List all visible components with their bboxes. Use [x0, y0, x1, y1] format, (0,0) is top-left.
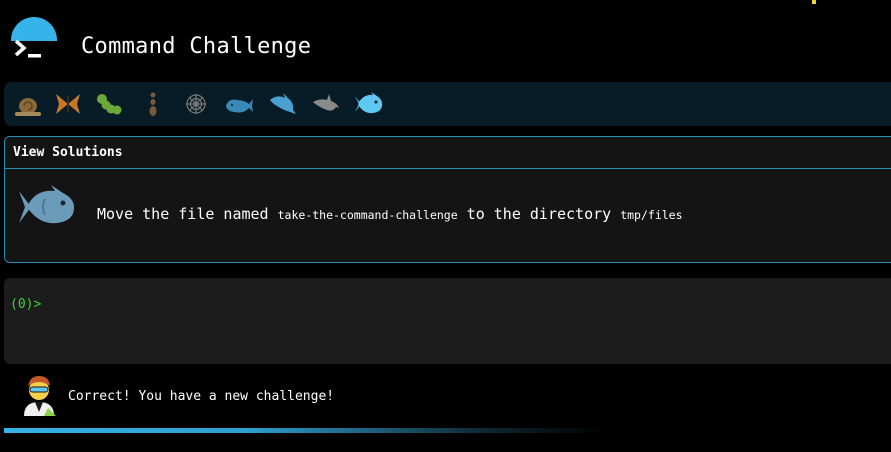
- spiderweb-icon: [186, 94, 206, 114]
- caterpillar-icon: [97, 94, 122, 115]
- level-snail[interactable]: [12, 88, 44, 120]
- level-fish[interactable]: [352, 88, 384, 120]
- header: Command Challenge: [0, 30, 891, 66]
- level-spiderweb[interactable]: [180, 88, 212, 120]
- terminal-icon: [14, 39, 41, 58]
- level-dolphin-grey[interactable]: [310, 88, 342, 120]
- challenge-directory: tmp/files: [620, 208, 683, 222]
- terminal-input[interactable]: (0)>: [4, 278, 891, 364]
- message-text: Correct! You have a new challenge!: [68, 389, 335, 404]
- dolphin-grey-icon: [313, 94, 339, 111]
- challenge-card: View Solutions Move the file named take-…: [4, 136, 891, 263]
- level-caterpillar[interactable]: [94, 88, 126, 120]
- challenge-middle: to the directory: [466, 205, 612, 223]
- ant-icon: [149, 92, 157, 116]
- challenge-prefix: Move the file named: [97, 205, 269, 223]
- butterfly-icon: [56, 94, 80, 114]
- fish-icon: [355, 92, 383, 114]
- dolphin-icon: [270, 93, 296, 114]
- whale-icon: [226, 99, 253, 113]
- challenge-filename: take-the-command-challenge: [277, 208, 458, 222]
- challenge-description: Move the file named take-the-command-cha…: [97, 205, 683, 223]
- level-whale[interactable]: [223, 88, 255, 120]
- fish-icon: [19, 185, 75, 224]
- card-header: View Solutions: [5, 137, 891, 169]
- level-bar: [4, 82, 891, 126]
- level-butterfly[interactable]: [52, 88, 84, 120]
- progress-bar: [4, 428, 604, 433]
- level-dolphin[interactable]: [266, 88, 298, 120]
- corner-mark: [812, 0, 816, 4]
- avatar-icon: [24, 376, 56, 416]
- terminal-prompt: (0)>: [10, 297, 42, 312]
- view-solutions-link[interactable]: View Solutions: [13, 145, 123, 160]
- card-body: Move the file named take-the-command-cha…: [5, 169, 891, 262]
- page-title: Command Challenge: [81, 34, 312, 59]
- level-ant[interactable]: [137, 88, 169, 120]
- snail-icon: [15, 98, 41, 116]
- status-message: Correct! You have a new challenge!: [0, 372, 891, 422]
